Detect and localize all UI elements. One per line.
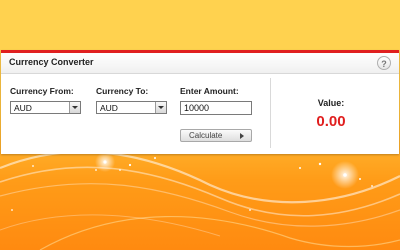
- result-value: 0.00: [316, 113, 346, 130]
- calculate-label: Calculate: [189, 131, 223, 140]
- currency-from-label: Currency From:: [10, 86, 74, 96]
- panel-header: Currency Converter ?: [1, 53, 399, 74]
- currency-to-label: Currency To:: [96, 86, 149, 96]
- currency-to-value: AUD: [100, 103, 118, 113]
- play-arrow-icon: [240, 133, 244, 139]
- amount-label: Enter Amount:: [180, 86, 239, 96]
- chevron-down-icon: [155, 102, 166, 113]
- currency-converter-panel: Currency Converter ? Currency From: AUD …: [1, 50, 399, 154]
- currency-from-value: AUD: [14, 103, 32, 113]
- currency-from-select[interactable]: AUD: [10, 101, 81, 114]
- chevron-down-icon: [69, 102, 80, 113]
- help-icon[interactable]: ?: [377, 56, 391, 70]
- calculate-button[interactable]: Calculate: [180, 129, 252, 142]
- result-label: Value:: [317, 98, 345, 108]
- currency-to-select[interactable]: AUD: [96, 101, 167, 114]
- amount-input[interactable]: [180, 101, 252, 115]
- panel-title: Currency Converter: [9, 57, 94, 67]
